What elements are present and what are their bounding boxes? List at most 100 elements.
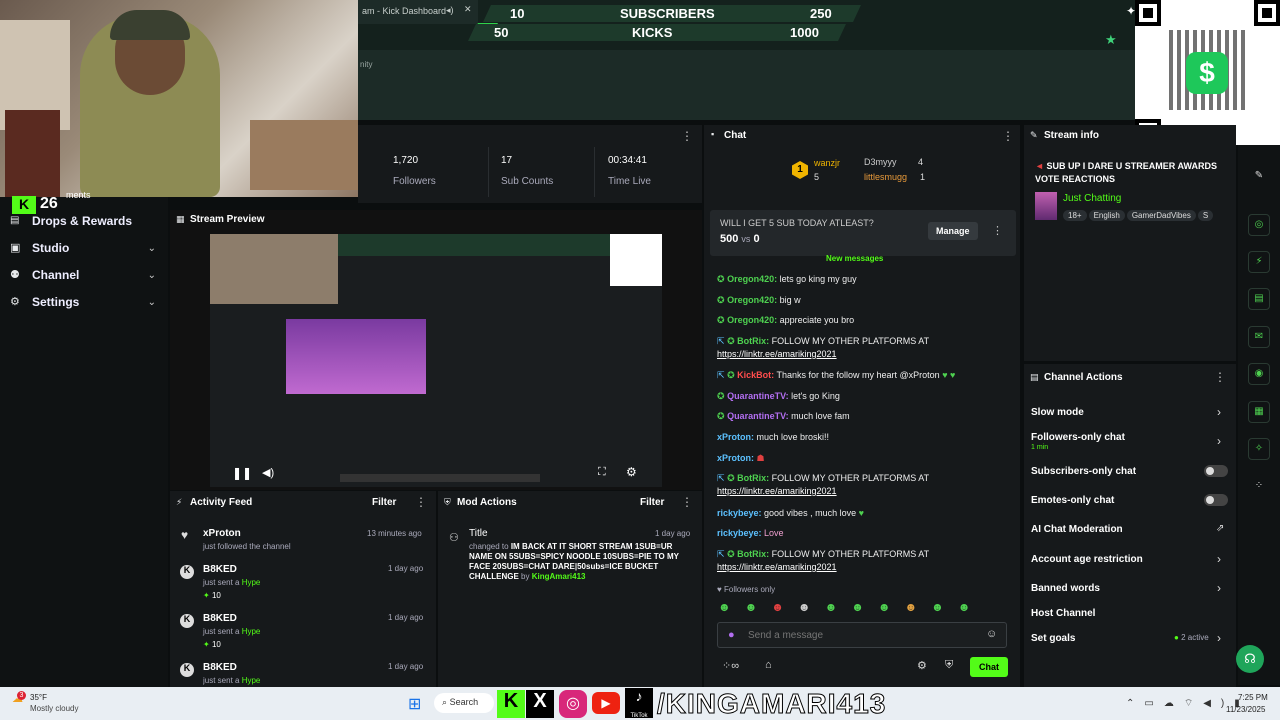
lightning-icon[interactable]: ⚡ — [1248, 251, 1270, 273]
sidebar-item-settings[interactable]: ⚙ Settings ⌄ — [10, 295, 160, 311]
more-icon[interactable]: ⋮ — [681, 495, 693, 509]
wrench-icon[interactable]: ✧ — [1248, 438, 1270, 460]
points-icon[interactable]: ⁘∞ — [722, 659, 739, 672]
shield-icon[interactable]: ⛨ — [945, 659, 953, 672]
emote-icon[interactable]: ☻ — [718, 600, 731, 616]
filter-button[interactable]: Filter — [640, 497, 664, 508]
action-account-age[interactable]: Account age restriction — [1031, 554, 1143, 565]
pause-icon[interactable]: ❚❚ — [232, 466, 252, 480]
chat-input[interactable] — [748, 627, 968, 643]
emote-icon[interactable]: ☻ — [931, 600, 944, 616]
chat-user[interactable]: rickybeye: — [717, 528, 762, 538]
tab-title: am - Kick Dashboard — [362, 6, 447, 16]
speaker-icon: ◂) — [446, 5, 454, 15]
action-host-channel[interactable]: Host Channel — [1031, 608, 1095, 619]
action-ai-moderation[interactable]: AI Chat Moderation — [1031, 524, 1123, 535]
hype-label: Hype — [241, 627, 261, 636]
emote-icon[interactable]: ☻ — [745, 600, 758, 616]
leader-name: D3myyy — [864, 157, 897, 167]
chat-user[interactable]: xProton: — [717, 453, 754, 463]
chat-user[interactable]: BotRix: — [737, 336, 769, 346]
new-messages-banner[interactable]: New messages — [826, 254, 883, 263]
store-icon[interactable]: ⌂ — [765, 659, 772, 671]
sidebar-item-drops[interactable]: ▤ Drops & Rewards — [10, 214, 160, 230]
emote-icon[interactable]: ☻ — [904, 600, 917, 616]
chat-user[interactable]: rickybeye: — [717, 508, 762, 518]
chat-input-box[interactable]: ● ☺ — [717, 622, 1007, 648]
camera-icon[interactable]: ◎ — [1248, 214, 1270, 236]
emotes-only-toggle[interactable] — [1204, 494, 1228, 506]
sidebar-item-studio[interactable]: ▣ Studio ⌄ — [10, 241, 160, 257]
more-icon[interactable]: ⋮ — [992, 224, 1003, 237]
emote-icon[interactable]: ☻ — [825, 600, 838, 616]
action-followers-only[interactable]: Followers-only chat — [1031, 432, 1125, 443]
chat-user[interactable]: Oregon420: — [727, 295, 777, 305]
poll-card[interactable]: WILL I GET 5 SUB TODAY ATLEAST? 500 vs 0… — [710, 210, 1016, 256]
stream-video[interactable]: ❚❚ ◀) ⛶ ⚙ — [210, 234, 662, 487]
support-button[interactable]: ☊ — [1236, 645, 1264, 673]
by-label: by — [521, 572, 530, 581]
stream-title-text: SUB UP I DARE U STREAMER AWARDS VOTE REA… — [1035, 161, 1217, 184]
tag-chip[interactable]: S — [1197, 210, 1214, 221]
stream-category[interactable]: Just Chatting — [1063, 193, 1121, 204]
subscribers-only-toggle[interactable] — [1204, 465, 1228, 477]
feed-sub-text: just sent a — [203, 627, 240, 636]
action-subscribers-only[interactable]: Subscribers-only chat — [1031, 466, 1136, 477]
more-icon[interactable]: ⋮ — [1214, 370, 1226, 384]
browser-tab[interactable]: am - Kick Dashboard ◂) ✕ — [358, 0, 478, 24]
windows-start-icon[interactable]: ⊞ — [408, 694, 421, 714]
pencil-icon[interactable]: ✎ — [1248, 166, 1270, 188]
manage-button[interactable]: Manage — [928, 222, 978, 240]
chat-link[interactable]: https://linktr.ee/amariking2021 — [717, 486, 837, 496]
tiktok-label: TikTok — [630, 713, 648, 719]
chat-bubble-icon[interactable]: ✉ — [1248, 326, 1270, 348]
more-icon[interactable]: ⋮ — [1002, 129, 1014, 143]
star-icon[interactable]: ★ — [1105, 32, 1117, 48]
chat-link[interactable]: https://linktr.ee/amariking2021 — [717, 562, 837, 572]
chat-message: ✪ Oregon420: appreciate you bro — [717, 314, 1007, 327]
emote-icon[interactable]: ☻ — [771, 600, 784, 616]
clipboard-icon[interactable]: ▤ — [1248, 288, 1270, 310]
action-set-goals[interactable]: Set goals — [1031, 633, 1075, 644]
chat-user[interactable]: xProton: — [717, 432, 754, 442]
filter-button[interactable]: Filter — [372, 497, 396, 508]
volume-icon[interactable]: ◀) — [262, 466, 274, 479]
gear-icon[interactable]: ⚙ — [917, 659, 927, 672]
sidebar-item-channel[interactable]: ⚉ Channel ⌄ — [10, 268, 160, 284]
layout-icon[interactable]: ▦ — [1248, 401, 1270, 423]
leader-count: 5 — [814, 172, 820, 182]
chat-user[interactable]: BotRix: — [737, 549, 769, 559]
changed-to: changed to — [469, 542, 509, 551]
action-emotes-only[interactable]: Emotes-only chat — [1031, 495, 1114, 506]
chat-link[interactable]: https://linktr.ee/amariking2021 — [717, 349, 837, 359]
chat-user[interactable]: QuarantineTV: — [727, 391, 789, 401]
action-banned-words[interactable]: Banned words — [1031, 583, 1100, 594]
settings-icon[interactable]: ⚙ — [626, 465, 637, 479]
chat-user[interactable]: Oregon420: — [727, 274, 777, 284]
tag-chip[interactable]: English — [1088, 210, 1125, 221]
emote-icon[interactable]: ☻ — [958, 600, 971, 616]
clock-date[interactable]: 11/23/2025 — [1226, 705, 1265, 714]
emote-icon[interactable]: ☻ — [798, 600, 811, 616]
emote-icon[interactable]: ☻ — [851, 600, 864, 616]
tag-chip[interactable]: GamerDadVibes — [1126, 210, 1196, 221]
emote-icon[interactable]: ☻ — [878, 600, 891, 616]
chat-user[interactable]: BotRix: — [737, 473, 769, 483]
mic-icon[interactable]: ● — [728, 629, 735, 641]
chat-user[interactable]: Oregon420: — [727, 315, 777, 325]
broadcast-icon[interactable]: ◉ — [1248, 363, 1270, 385]
taskbar-search[interactable]: ⌕ Search — [434, 693, 494, 713]
chat-user[interactable]: KickBot: — [737, 370, 774, 380]
tag-chip[interactable]: 18+ — [1063, 210, 1087, 221]
emoji-icon[interactable]: ☺ — [986, 628, 997, 640]
more-icon[interactable]: ⋮ — [415, 495, 427, 509]
chat-send-button[interactable]: Chat — [970, 657, 1008, 677]
more-icon[interactable]: ⋮ — [681, 129, 693, 143]
clock-time[interactable]: 7:25 PM — [1238, 693, 1268, 702]
chat-user[interactable]: QuarantineTV: — [727, 411, 789, 421]
chat-message: ✪ QuarantineTV: much love fam — [717, 410, 1007, 423]
fullscreen-icon[interactable]: ⛶ — [598, 466, 606, 479]
points-icon[interactable]: ⁘ — [1248, 476, 1270, 498]
action-slow-mode[interactable]: Slow mode — [1031, 407, 1084, 418]
external-link-icon[interactable]: ⇗ — [1216, 523, 1224, 534]
